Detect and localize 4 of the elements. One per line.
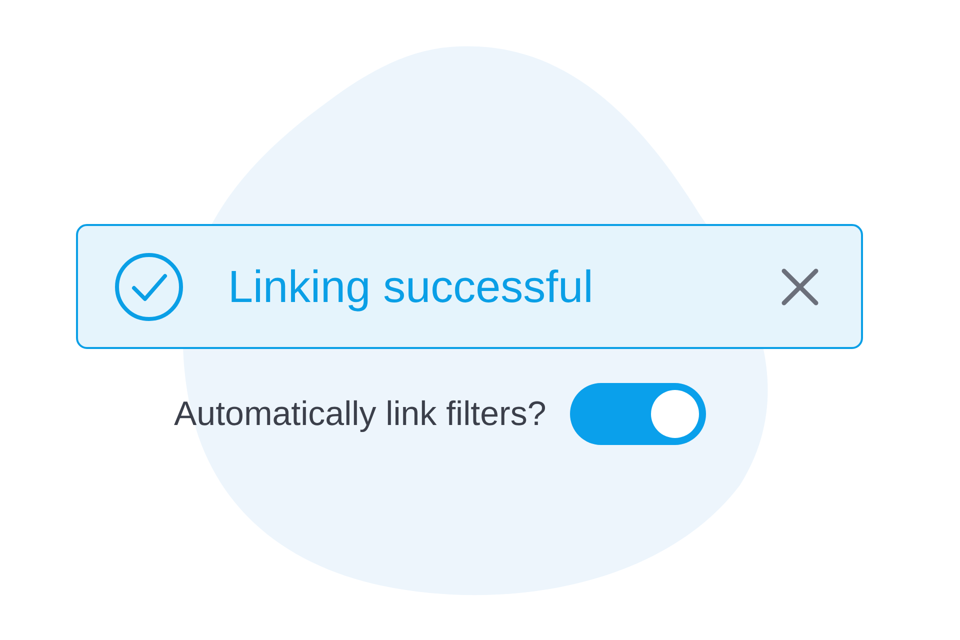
close-icon[interactable]	[781, 268, 819, 306]
setting-label: Automatically link filters?	[174, 394, 546, 434]
check-circle-icon	[114, 252, 184, 322]
banner-message: Linking successful	[228, 260, 594, 312]
